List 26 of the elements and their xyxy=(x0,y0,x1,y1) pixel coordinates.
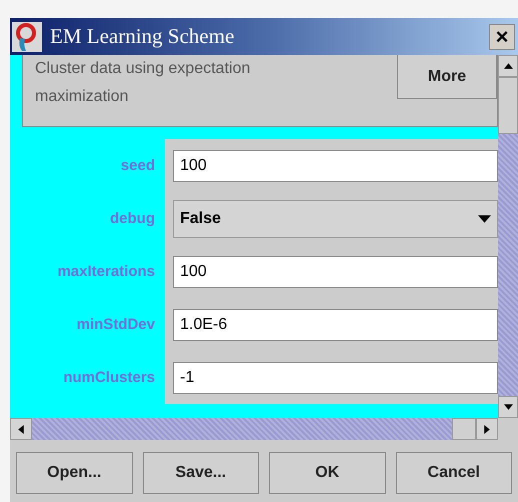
property-label: numClusters xyxy=(62,369,156,386)
dialog-button[interactable]: Open... xyxy=(16,452,132,494)
property-label: minStdDev xyxy=(76,316,156,333)
more-button[interactable]: More xyxy=(397,55,497,99)
scroll-thumb[interactable] xyxy=(498,77,518,134)
window-title: EM Learning Scheme xyxy=(50,24,236,49)
property-label: maxIterations xyxy=(56,263,156,280)
input-field[interactable]: 100 xyxy=(173,150,498,182)
up-arrow-icon xyxy=(504,63,512,69)
property-label: seed xyxy=(120,157,156,174)
input-field[interactable]: 100 xyxy=(173,256,498,288)
dialog-button[interactable]: Cancel xyxy=(396,452,512,494)
input-field[interactable]: 1.0E-6 xyxy=(173,308,498,340)
close-button[interactable]: × xyxy=(489,24,515,50)
scroll-thumb[interactable] xyxy=(452,418,476,440)
caret-icon xyxy=(478,214,491,222)
property-label: debug xyxy=(109,210,156,227)
down-arrow-icon xyxy=(504,404,512,410)
right-arrow-icon xyxy=(484,424,490,434)
dialog-button[interactable]: Save... xyxy=(142,452,259,494)
vertical-scrollbar[interactable] xyxy=(498,55,518,418)
dropdown[interactable]: False xyxy=(173,200,498,238)
input-field[interactable]: -1 xyxy=(173,362,498,394)
left-arrow-icon xyxy=(18,424,24,434)
dialog-button[interactable]: OK xyxy=(269,452,386,494)
description-text: Cluster data using expectation maximization xyxy=(35,59,252,107)
